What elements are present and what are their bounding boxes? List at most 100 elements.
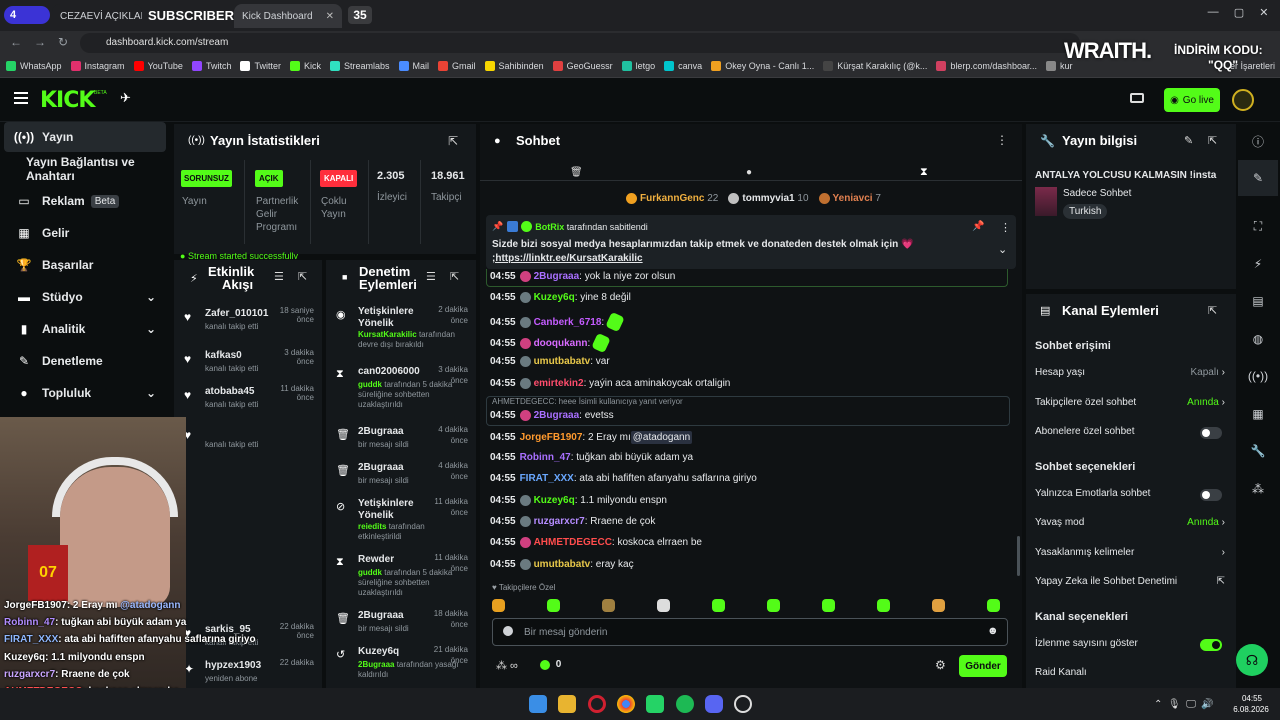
minimize-icon[interactable]: — xyxy=(1208,6,1219,19)
chat-message[interactable]: 04:55 umutbabatv: eray kaç xyxy=(490,559,634,570)
more-icon[interactable]: ⋮ xyxy=(996,133,1008,147)
chat-message[interactable]: 04:55 Robinn_47: tuğkan abi büyük adam ya xyxy=(490,452,693,463)
menu-icon[interactable] xyxy=(14,92,28,104)
community-icon[interactable]: ⁂ xyxy=(1246,477,1270,501)
bookmark-item[interactable]: Twitch xyxy=(191,61,231,71)
kick-logo[interactable]: KICK xyxy=(40,88,95,113)
wrench-icon[interactable]: 🔧 xyxy=(1246,439,1270,463)
language-tag[interactable]: Turkish xyxy=(1063,204,1108,219)
theater-icon[interactable] xyxy=(1130,93,1144,103)
sidebar-item-stream-key[interactable]: Yayın Bağlantısı ve Anahtarı xyxy=(4,154,166,184)
bookmark-item[interactable]: GeoGuessr xyxy=(552,61,613,71)
bookmark-item[interactable]: Gmail xyxy=(438,61,476,71)
emote-icon[interactable] xyxy=(932,599,945,612)
bookmark-item[interactable]: WhatsApp xyxy=(6,61,62,71)
chat-username[interactable]: umutbabatv xyxy=(534,356,591,367)
filter-icon[interactable]: ☰ xyxy=(274,270,284,283)
list-icon[interactable]: ▦ xyxy=(1246,402,1270,426)
chat-mention[interactable]: @atadogann xyxy=(630,431,693,444)
moderation-actor[interactable]: reiedits xyxy=(358,522,386,531)
emote-icon[interactable] xyxy=(877,599,890,612)
activity-user[interactable]: Zafer_010101 xyxy=(205,308,268,319)
chat-username[interactable]: Kuzey6q xyxy=(534,292,575,303)
broadcast-icon[interactable]: ((•)) xyxy=(1246,364,1270,388)
avatar[interactable] xyxy=(1232,89,1254,111)
sidebar-item-studyo[interactable]: ▬ Stüdyo ⌄ xyxy=(4,282,166,312)
chat-username[interactable]: dooqukann xyxy=(534,338,588,349)
chat-message[interactable]: 04:55 JorgeFB1907: 2 Eray mı @atadogann xyxy=(490,431,693,444)
moderation-target[interactable]: 2Bugraaa xyxy=(358,462,430,474)
chat-bubble-icon[interactable]: ● xyxy=(746,167,752,178)
sidebar-item-basarilar[interactable]: 🏆 Başarılar xyxy=(4,250,166,280)
nav-buttons[interactable]: ←→↻ xyxy=(10,35,80,49)
opera-icon[interactable] xyxy=(588,695,606,713)
tray-icons[interactable]: ⌃ 🎙 🖵 🔊 xyxy=(1154,699,1214,710)
points-indicator[interactable]: 0 xyxy=(540,659,561,670)
ai-moderation-row[interactable]: Yapay Zeka ile Sohbet Denetimi ⇱ xyxy=(1035,576,1225,587)
pinned-more-icon[interactable]: ⋮ xyxy=(1000,221,1011,234)
emote-icon[interactable] xyxy=(602,599,615,612)
sidebar-item-topluluk[interactable]: ● Topluluk ⌄ xyxy=(4,378,166,408)
emote-icon[interactable] xyxy=(822,599,835,612)
emote-only-toggle[interactable] xyxy=(1200,489,1222,501)
chat-message[interactable]: 04:55 FIRAT_XXX: ata abi hafiften afanyah… xyxy=(490,473,757,484)
folder-icon[interactable] xyxy=(558,695,576,713)
chat-username[interactable]: 2Bugraaa xyxy=(534,271,580,282)
slow-mode-row[interactable]: Yavaş mod Anında › xyxy=(1035,517,1225,528)
sidebar-item-gelir[interactable]: ▦ Gelir xyxy=(4,218,166,248)
expand-icon[interactable]: ⇱ xyxy=(298,270,307,283)
sidebar-item-yayin[interactable]: ((•)) Yayın xyxy=(4,122,166,152)
chat-message[interactable]: 04:55 Kuzey6q: yine 8 değil xyxy=(490,292,631,303)
raid-row[interactable]: Raid Kanalı xyxy=(1035,667,1225,678)
emote-icon[interactable] xyxy=(767,599,780,612)
chat-username[interactable]: AHMETDEGECC xyxy=(534,537,612,548)
show-viewers-toggle[interactable] xyxy=(1200,639,1222,651)
emoji-icon[interactable]: ☻ xyxy=(987,625,999,637)
whatsapp-icon[interactable] xyxy=(646,695,664,713)
url-input[interactable]: dashboard.kick.com/stream xyxy=(80,33,1080,53)
moderation-actor[interactable]: KursatKarakilic xyxy=(358,330,417,339)
chat-username[interactable]: emirtekin2 xyxy=(534,378,584,389)
other-bookmarks[interactable]: er İşaretleri xyxy=(1230,61,1275,71)
moderation-actor[interactable]: guddk xyxy=(358,568,382,577)
moderation-target[interactable]: Yetişkinlere Yönelik xyxy=(358,498,430,522)
banned-words-row[interactable]: Yasaklanmış kelimeler › xyxy=(1035,547,1225,558)
hourglass-icon[interactable]: ⧗ xyxy=(920,166,928,179)
activity-user[interactable]: hypzex1903 xyxy=(205,660,261,671)
pinned-link[interactable]: ;https://linktr.ee/KursatKarakilic xyxy=(492,253,643,264)
moderation-target[interactable]: 2Bugraaa xyxy=(358,426,430,438)
sidebar-item-analitik[interactable]: ▮ Analitik ⌄ xyxy=(4,314,166,344)
tab-counter-right[interactable]: 35 xyxy=(348,6,372,24)
bookmark-item[interactable]: Kürşat Karakılıç (@k... xyxy=(823,61,927,71)
bookmark-item[interactable]: blerp.com/dashboar... xyxy=(936,61,1037,71)
category-name[interactable]: Sadece Sohbet xyxy=(1063,188,1131,199)
bookmark-item[interactable]: Instagram xyxy=(70,61,125,71)
bookmark-item[interactable]: YouTube xyxy=(133,61,183,71)
expand-icon[interactable]: ⇱ xyxy=(1208,134,1217,147)
chevron-down-icon[interactable]: ⌄ xyxy=(998,243,1007,256)
chat-message[interactable]: 04:55 2Bugraaa: yok la niye zor olsun xyxy=(490,271,675,282)
chat-username[interactable]: ruzgarxcr7 xyxy=(534,516,585,527)
bookmark-item[interactable]: Streamlabs xyxy=(329,61,390,71)
expand-icon[interactable]: ⇱ xyxy=(450,270,459,283)
browser-tab-2[interactable]: Kick Dashboard ✕ xyxy=(234,4,342,28)
moderation-target[interactable]: Kuzey6q xyxy=(358,646,430,658)
edit-icon[interactable]: ✎ xyxy=(1184,134,1193,147)
lightning-icon[interactable]: ⚡ xyxy=(1246,252,1270,276)
gear-icon[interactable]: ⚙ xyxy=(935,658,946,672)
info-icon[interactable]: ⓘ xyxy=(1246,129,1270,153)
chat-message[interactable]: 04:55 umutbabatv: var xyxy=(490,356,610,367)
obs-icon[interactable] xyxy=(734,695,752,713)
document-icon[interactable]: ▤ xyxy=(1246,289,1270,313)
spotify-icon[interactable] xyxy=(676,695,694,713)
edit-icon[interactable]: ✎ xyxy=(1246,166,1270,190)
moderation-target[interactable]: can02006000 xyxy=(358,366,430,378)
window-controls[interactable]: — ▢ ✕ xyxy=(1200,6,1276,19)
chat-message[interactable]: 04:55 Canberk_6718: xyxy=(490,311,625,333)
close-window-icon[interactable]: ✕ xyxy=(1259,6,1268,19)
chat-message[interactable]: 04:55 emirtekin2: yaýin aca aminakoycak o… xyxy=(490,378,730,389)
tab-counter-left[interactable]: 4 xyxy=(4,6,50,24)
chat-username[interactable]: Robinn_47 xyxy=(520,452,571,463)
bookmark-item[interactable]: Sahibinden xyxy=(484,61,544,71)
chat-scrollbar[interactable] xyxy=(1017,536,1020,576)
